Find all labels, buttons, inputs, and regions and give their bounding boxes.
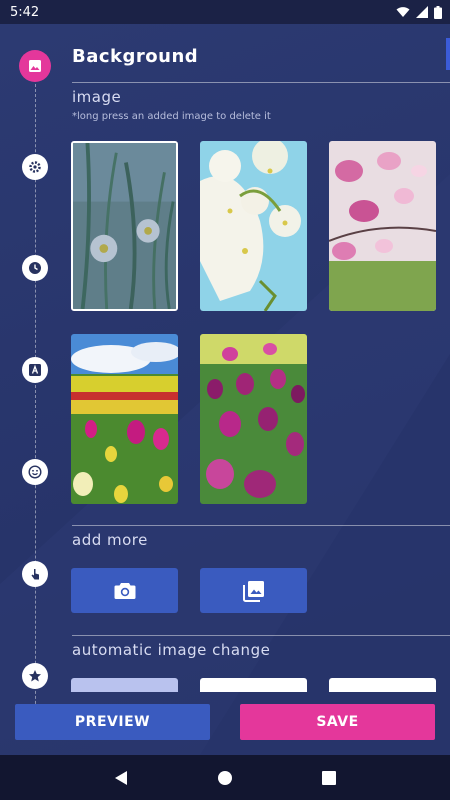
clock-icon[interactable] [22,255,48,281]
image-icon[interactable] [19,50,51,82]
divider [72,635,450,636]
status-icons [396,5,442,19]
save-button[interactable]: SAVE [240,704,435,740]
image-label: image [72,88,122,106]
timeline-line [35,84,36,724]
camera-button[interactable] [71,568,178,613]
divider [72,525,450,526]
add-more-label: add more [72,531,148,549]
status-bar: 5:42 [0,0,450,24]
wifi-icon [396,7,410,17]
battery-icon [434,5,442,19]
navigation-bar [0,755,450,800]
gear-icon[interactable] [22,154,48,180]
image-thumb-tulips-purple[interactable] [200,334,307,504]
image-thumb-daisies[interactable] [71,141,178,311]
interval-option[interactable] [200,678,307,692]
divider [72,82,450,83]
camera-icon [114,582,135,599]
image-thumb-white-blossoms[interactable] [200,141,307,311]
text-icon[interactable] [22,357,48,383]
status-time: 5:42 [10,4,40,20]
touch-icon[interactable] [22,561,48,587]
interval-option[interactable] [71,678,178,692]
auto-change-label: automatic image change [72,641,271,659]
gallery-icon [242,580,264,602]
recents-icon[interactable] [321,770,336,785]
star-icon[interactable] [22,663,48,689]
emoji-icon[interactable] [22,459,48,485]
image-thumb-tulip-field[interactable] [71,334,178,504]
image-hint: *long press an added image to delete it [72,111,271,122]
gallery-button[interactable] [200,568,307,613]
back-icon[interactable] [114,770,128,786]
main-content[interactable]: Background image *long press an added im… [0,24,450,755]
signal-icon [416,6,428,18]
image-thumb-pink-magnolia[interactable] [329,141,436,311]
home-icon[interactable] [217,770,233,786]
interval-option[interactable] [329,678,436,692]
preview-button[interactable]: PREVIEW [15,704,210,740]
section-title: Background [72,46,199,67]
scroll-indicator [446,38,450,70]
